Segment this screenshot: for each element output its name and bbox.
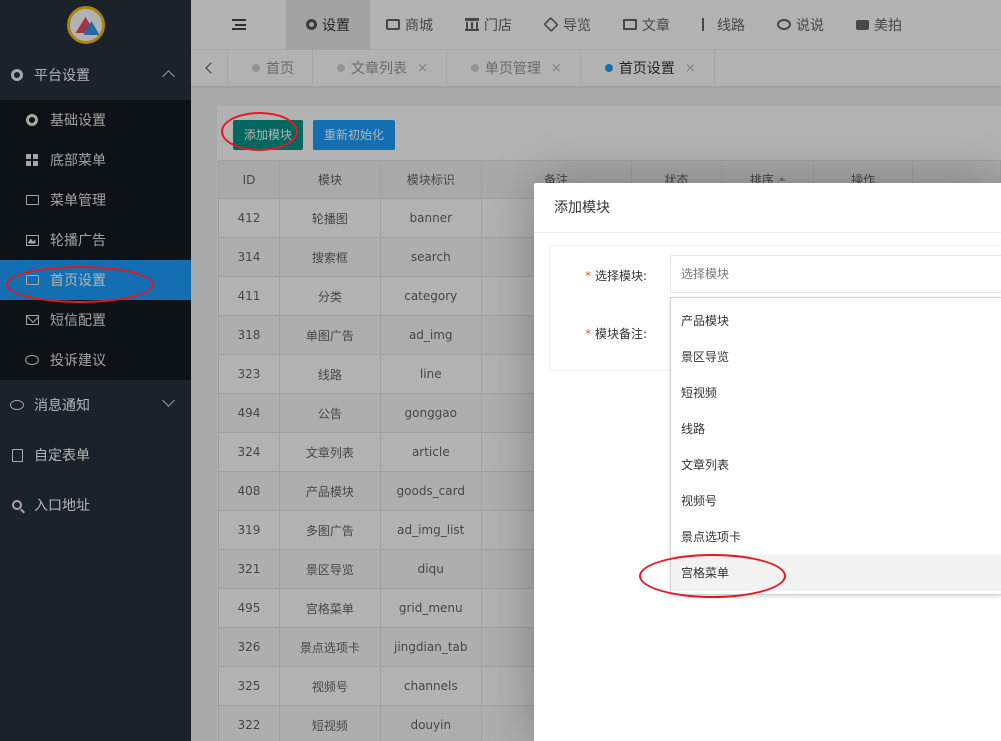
- select-module-label: * 选择模块:: [585, 267, 647, 284]
- module-select[interactable]: 选择模块: [670, 255, 1001, 293]
- add-module-dialog: 添加模块 * 选择模块: * 模块备注: 选择模块 产品模块 景区导览 短视频 线路 文章列…: [534, 183, 1001, 741]
- required-mark: *: [585, 327, 591, 341]
- dropdown-option[interactable]: 景点选项卡: [671, 519, 1001, 555]
- dropdown-option[interactable]: 产品模块: [671, 303, 1001, 339]
- select-module-label-text: 选择模块:: [595, 269, 648, 283]
- required-mark: *: [585, 269, 591, 283]
- dropdown-option[interactable]: 短视频: [671, 375, 1001, 411]
- dialog-title: 添加模块: [534, 183, 1001, 233]
- module-select-dropdown: 产品模块 景区导览 短视频 线路 文章列表 视频号 景点选项卡 宫格菜单: [670, 297, 1001, 595]
- module-remark-label-text: 模块备注:: [595, 327, 648, 341]
- dropdown-option[interactable]: 视频号: [671, 483, 1001, 519]
- dropdown-option[interactable]: 宫格菜单: [671, 555, 1001, 591]
- dropdown-option[interactable]: 景区导览: [671, 339, 1001, 375]
- dropdown-option[interactable]: 线路: [671, 411, 1001, 447]
- module-remark-label: * 模块备注:: [585, 325, 647, 342]
- dropdown-option[interactable]: 文章列表: [671, 447, 1001, 483]
